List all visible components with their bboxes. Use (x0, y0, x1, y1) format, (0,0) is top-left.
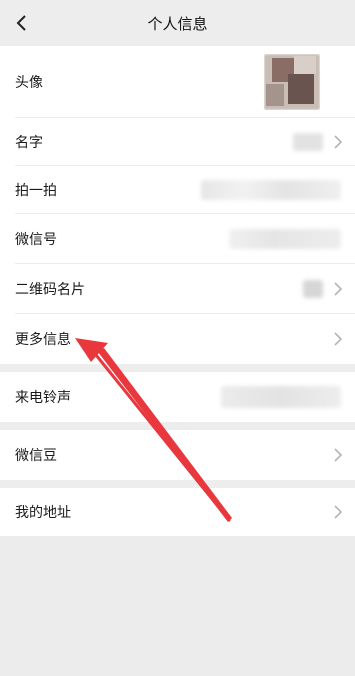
section-gap (0, 364, 355, 372)
chevron-right-icon (334, 282, 343, 296)
row-label-more-info: 更多信息 (15, 332, 71, 348)
row-label-ringtone: 来电铃声 (15, 390, 71, 406)
row-wechat-beans[interactable]: 微信豆 (0, 430, 355, 480)
chevron-left-icon (16, 15, 26, 31)
row-wechat-id[interactable]: 微信号 (0, 214, 355, 264)
page-title: 个人信息 (147, 14, 208, 33)
wechat-id-value (229, 229, 341, 249)
chevron-right-icon (334, 135, 343, 149)
row-avatar[interactable]: 头像 (0, 46, 355, 118)
back-button[interactable] (6, 8, 36, 38)
pat-value (201, 180, 341, 200)
row-address[interactable]: 我的地址 (0, 488, 355, 536)
top-bar: 个人信息 (0, 0, 355, 46)
row-label-wechat-id: 微信号 (15, 232, 57, 248)
name-value (293, 133, 323, 151)
section-gap (0, 480, 355, 488)
section-gap (0, 422, 355, 430)
empty-area (0, 536, 355, 676)
row-label-avatar: 头像 (15, 75, 43, 91)
chevron-right-icon (334, 448, 343, 462)
row-label-pat: 拍一拍 (15, 183, 57, 199)
qr-code-icon (303, 280, 323, 298)
row-label-address: 我的地址 (15, 505, 71, 521)
avatar[interactable] (264, 54, 320, 110)
row-label-qr-code: 二维码名片 (15, 282, 85, 298)
row-label-wechat-beans: 微信豆 (15, 448, 57, 464)
row-label-name: 名字 (15, 135, 43, 151)
row-qr-code[interactable]: 二维码名片 (0, 264, 355, 314)
ringtone-value (221, 386, 341, 408)
row-more-info[interactable]: 更多信息 (0, 314, 355, 364)
chevron-right-icon (334, 505, 343, 519)
row-pat[interactable]: 拍一拍 (0, 166, 355, 214)
row-ringtone[interactable]: 来电铃声 (0, 372, 355, 422)
row-name[interactable]: 名字 (0, 118, 355, 166)
personal-info-screen: 个人信息 头像 名字 拍一拍 微信号 二维码名片 更多信息 来电铃声 微信豆 我… (0, 0, 355, 676)
chevron-right-icon (334, 332, 343, 346)
